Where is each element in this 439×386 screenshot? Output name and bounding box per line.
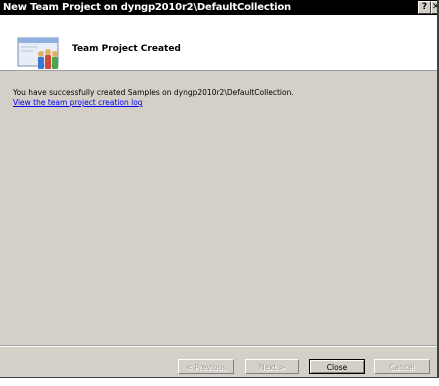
previous-button[interactable]: < Previous [178,359,234,374]
creation-log-link[interactable]: View the team project creation log [13,98,143,107]
team-project-icon [17,37,59,69]
next-button[interactable]: Next > [245,359,299,374]
cancel-button[interactable]: Cancel [374,359,430,374]
close-button[interactable]: Close [309,359,365,374]
title-bar[interactable]: New Team Project on dyngp2010r2\DefaultC… [0,0,437,15]
new-team-project-dialog: New Team Project on dyngp2010r2\DefaultC… [0,0,439,378]
help-button[interactable]: ? [418,1,431,14]
wizard-header: Team Project Created [0,15,437,71]
window-title: New Team Project on dyngp2010r2\DefaultC… [3,2,291,13]
close-window-button[interactable]: ✕ [431,1,437,14]
success-message: You have successfully created Samples on… [13,88,294,97]
page-heading: Team Project Created [72,44,181,54]
footer-separator [0,345,437,347]
